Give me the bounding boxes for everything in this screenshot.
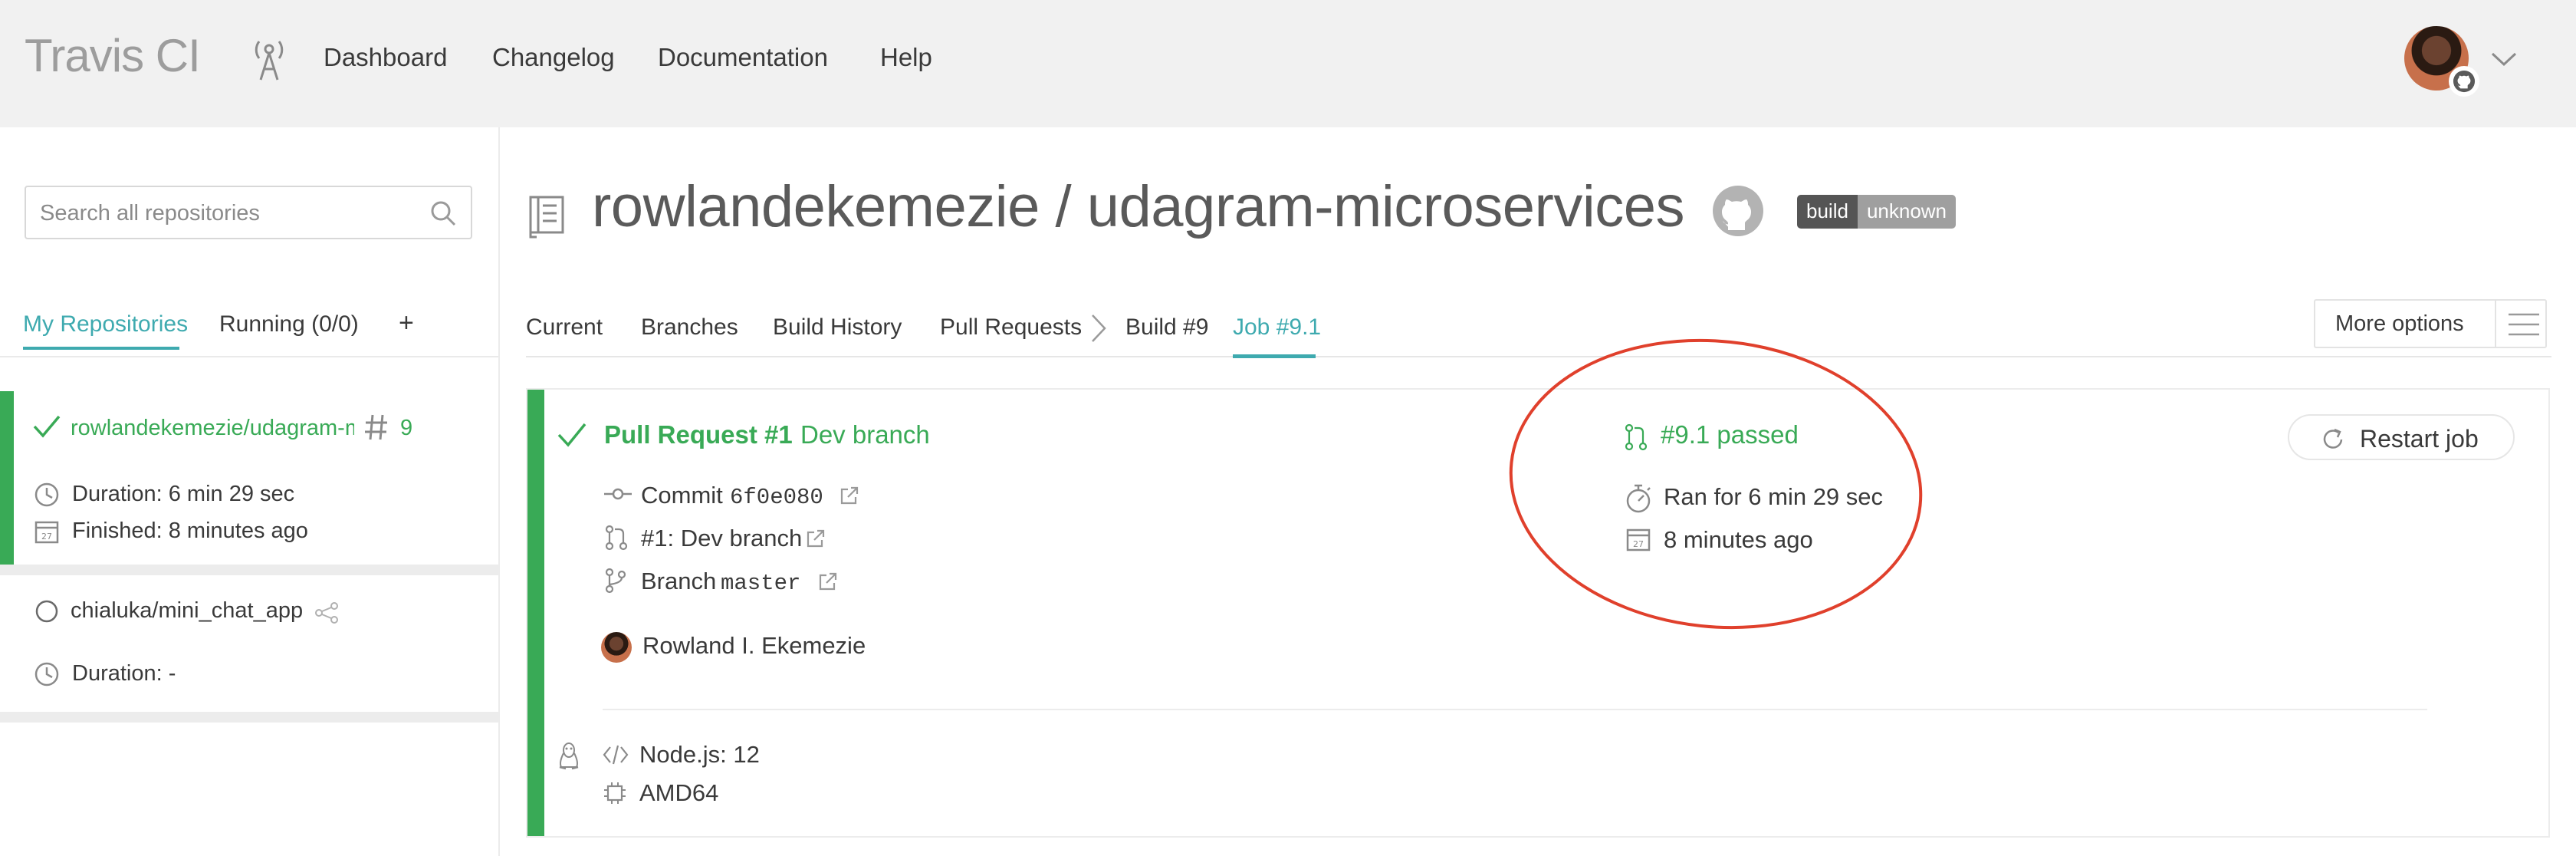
brand-logo[interactable]: Travis CI <box>25 29 201 82</box>
status-stripe <box>527 390 544 836</box>
job-branch-name: Dev branch <box>800 420 930 449</box>
repo-name[interactable]: rowlandekemezie/udagram-microservices <box>71 416 354 441</box>
repo-book-icon <box>529 196 564 239</box>
badge-label: build <box>1797 195 1858 229</box>
search-input[interactable]: Search all repositories <box>25 186 472 239</box>
code-icon <box>603 745 629 765</box>
search-placeholder: Search all repositories <box>40 201 260 226</box>
annotation-ellipse <box>1509 338 1923 630</box>
tab-pull-requests[interactable]: Pull Requests <box>940 314 1082 341</box>
repo-separator <box>0 712 498 723</box>
language-version: Node.js: 12 <box>639 741 760 768</box>
commit-label: Commit <box>641 482 723 509</box>
linux-icon <box>559 742 579 770</box>
repo-item-udagram[interactable]: rowlandekemezie/udagram-microservices 9 … <box>0 391 498 565</box>
author-name: Rowland I. Ekemezie <box>642 632 866 659</box>
search-icon[interactable] <box>429 199 457 227</box>
add-repository-button[interactable]: + <box>399 308 414 338</box>
author-avatar <box>601 632 632 663</box>
branch-label: Branch <box>641 568 717 594</box>
architecture: AMD64 <box>639 779 719 806</box>
pull-request-icon <box>605 525 628 551</box>
nav-help[interactable]: Help <box>880 43 932 72</box>
menu-icon <box>2509 313 2539 336</box>
user-avatar[interactable] <box>2404 26 2479 97</box>
badge-value: unknown <box>1857 195 1957 229</box>
hash-icon <box>365 414 387 440</box>
repo-duration: Duration: - <box>72 661 176 686</box>
tab-branches[interactable]: Branches <box>641 314 738 341</box>
nav-changelog[interactable]: Changelog <box>492 43 615 72</box>
divider <box>603 709 2427 710</box>
branch-icon <box>605 568 626 594</box>
tab-my-repositories[interactable]: My Repositories <box>23 311 188 337</box>
check-icon <box>33 415 61 438</box>
repo-finished: Finished: 8 minutes ago <box>72 519 308 543</box>
nav-documentation[interactable]: Documentation <box>658 43 828 72</box>
divider <box>0 356 498 357</box>
top-navigation: Travis CI Dashboard Changelog Documentat… <box>0 0 2576 127</box>
active-tab-indicator <box>1233 354 1316 358</box>
tab-build-history[interactable]: Build History <box>773 314 902 341</box>
external-link-icon[interactable] <box>817 571 839 592</box>
tab-current[interactable]: Current <box>526 314 603 341</box>
restart-job-button[interactable]: Restart job <box>2288 414 2515 460</box>
breadcrumb-chevron-icon <box>1092 314 1106 342</box>
active-tab-indicator <box>23 347 179 350</box>
svg-text:27: 27 <box>41 532 52 542</box>
status-stripe <box>0 391 14 565</box>
branch-value[interactable]: master <box>721 571 800 596</box>
commit-icon <box>604 488 632 500</box>
cpu-icon <box>604 782 626 804</box>
build-number[interactable]: 9 <box>400 416 412 441</box>
external-link-icon[interactable] <box>839 485 860 506</box>
repo-separator <box>0 565 498 575</box>
repo-title: rowlandekemezie / udagram-microservices <box>592 174 1685 239</box>
antenna-icon[interactable] <box>251 38 287 81</box>
share-icon <box>315 602 338 624</box>
clock-icon <box>34 662 59 686</box>
check-icon <box>557 423 586 447</box>
tab-build[interactable]: Build #9 <box>1125 314 1208 341</box>
more-options-label: More options <box>2335 311 2464 336</box>
repo-name[interactable]: chialuka/mini_chat_app <box>71 598 303 624</box>
restart-icon <box>2323 428 2343 449</box>
github-badge-icon <box>2449 66 2479 97</box>
commit-sha[interactable]: 6f0e080 <box>730 485 823 510</box>
tab-running[interactable]: Running (0/0) <box>219 311 359 337</box>
build-status-badge[interactable]: build unknown <box>1797 195 1957 229</box>
calendar-icon: 27 <box>34 521 59 544</box>
job-title[interactable]: Pull Request #1 <box>604 420 793 449</box>
chevron-down-icon[interactable] <box>2490 51 2518 67</box>
status-circle-icon <box>35 600 58 623</box>
github-icon[interactable] <box>1711 184 1765 238</box>
more-options-button[interactable]: More options <box>2314 299 2547 348</box>
repo-item-mini-chat[interactable]: chialuka/mini_chat_app Duration: - <box>0 575 498 729</box>
divider <box>2495 301 2496 347</box>
nav-dashboard[interactable]: Dashboard <box>324 43 447 72</box>
sidebar: Search all repositories My Repositories … <box>0 127 500 856</box>
repo-duration: Duration: 6 min 29 sec <box>72 482 295 506</box>
pull-request-link[interactable]: #1: Dev branch <box>641 525 802 552</box>
restart-job-label: Restart job <box>2360 425 2479 453</box>
tab-job[interactable]: Job #9.1 <box>1233 314 1321 341</box>
external-link-icon[interactable] <box>805 528 826 549</box>
clock-icon <box>34 482 59 507</box>
